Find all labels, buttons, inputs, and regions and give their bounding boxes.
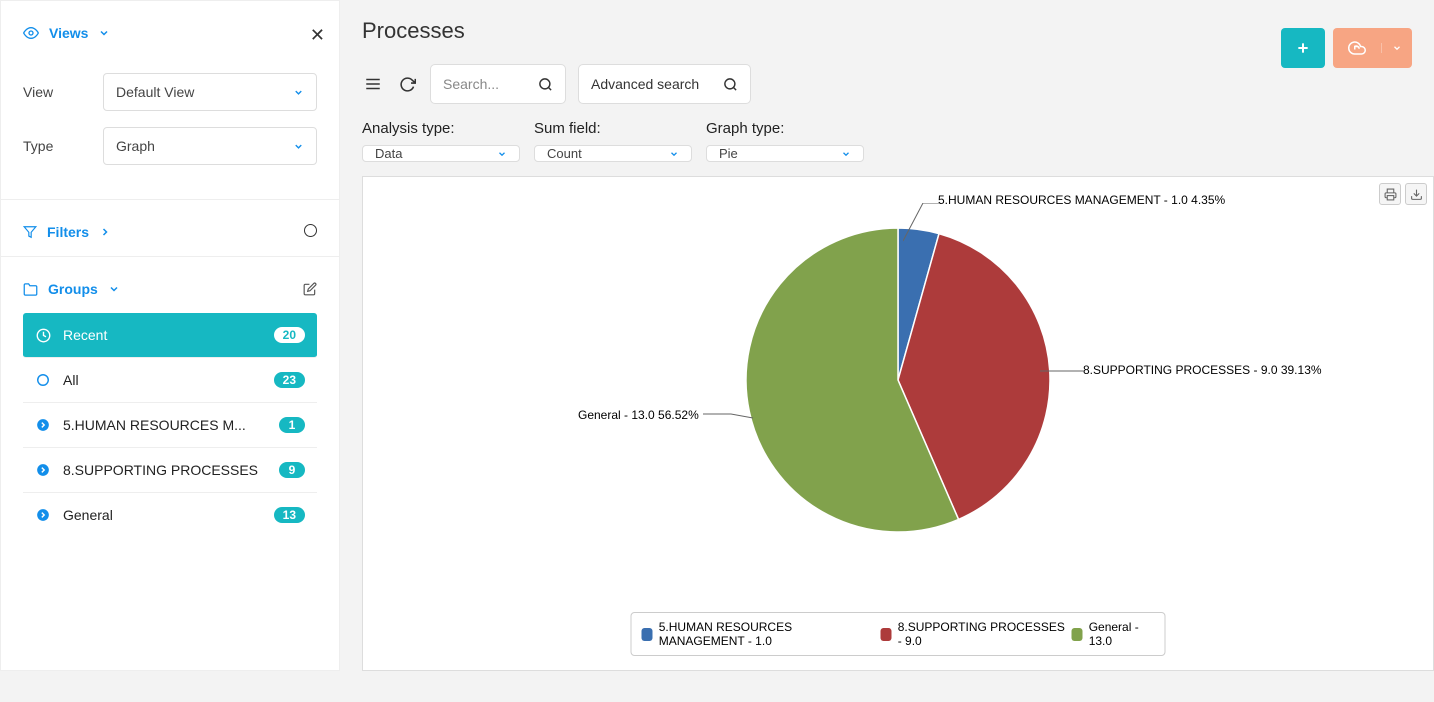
main-content: Processes Advanced search bbox=[340, 0, 1434, 671]
sidebar: ✕ Views View Default View T bbox=[0, 0, 340, 671]
menu-icon[interactable] bbox=[362, 73, 384, 95]
graph-type-value: Pie bbox=[719, 146, 738, 161]
groups-header[interactable]: Groups bbox=[1, 257, 339, 305]
circle-icon bbox=[35, 373, 51, 387]
label-line bbox=[903, 203, 941, 243]
view-value: Default View bbox=[116, 84, 194, 100]
chart-label-hr: 5.HUMAN RESOURCES MANAGEMENT - 1.0 4.35% bbox=[938, 193, 1225, 207]
pie-chart bbox=[743, 225, 1053, 535]
group-item-supporting[interactable]: 8.SUPPORTING PROCESSES 9 bbox=[23, 448, 317, 493]
chevron-down-icon bbox=[293, 141, 304, 152]
views-label: Views bbox=[49, 25, 88, 41]
group-label: 8.SUPPORTING PROCESSES bbox=[63, 462, 279, 478]
analysis-type-value: Data bbox=[375, 146, 402, 161]
chevron-down-icon bbox=[669, 149, 679, 159]
chart-controls: Analysis type: Data Sum field: Count Gra… bbox=[362, 120, 1434, 162]
advanced-search-label: Advanced search bbox=[591, 76, 699, 92]
label-line bbox=[703, 408, 755, 420]
view-label: View bbox=[23, 84, 103, 100]
chevron-right-icon bbox=[99, 226, 111, 238]
legend-item[interactable]: 8.SUPPORTING PROCESSES - 9.0 bbox=[880, 620, 1065, 648]
chart-area: 5.HUMAN RESOURCES MANAGEMENT - 1.0 4.35%… bbox=[369, 183, 1427, 603]
group-label: General bbox=[63, 507, 274, 523]
legend-swatch bbox=[642, 628, 653, 641]
eye-icon bbox=[23, 25, 39, 41]
legend-label: General - 13.0 bbox=[1089, 620, 1155, 648]
filter-icon bbox=[23, 225, 37, 239]
type-value: Graph bbox=[116, 138, 155, 154]
group-item-recent[interactable]: Recent 20 bbox=[23, 313, 317, 358]
chevron-down-icon bbox=[841, 149, 851, 159]
group-label: 5.HUMAN RESOURCES M... bbox=[63, 417, 279, 433]
sum-field-label: Sum field: bbox=[534, 120, 692, 137]
analysis-type-select[interactable]: Data bbox=[362, 145, 520, 162]
filters-header[interactable]: Filters bbox=[1, 200, 339, 257]
search-box[interactable] bbox=[430, 64, 566, 104]
cloud-refresh-button[interactable] bbox=[1333, 28, 1412, 68]
group-count-badge: 1 bbox=[279, 417, 305, 433]
analysis-type-label: Analysis type: bbox=[362, 120, 520, 137]
circle-icon bbox=[304, 224, 317, 240]
add-button[interactable] bbox=[1281, 28, 1325, 68]
chevron-down-icon bbox=[497, 149, 507, 159]
group-count-badge: 20 bbox=[274, 327, 305, 343]
group-count-badge: 9 bbox=[279, 462, 305, 478]
views-body: View Default View Type Graph bbox=[1, 73, 339, 200]
chart-label-general: General - 13.0 56.52% bbox=[578, 408, 699, 422]
legend-item[interactable]: General - 13.0 bbox=[1072, 620, 1155, 648]
sum-field-value: Count bbox=[547, 146, 582, 161]
action-buttons bbox=[1281, 28, 1412, 68]
graph-type-label: Graph type: bbox=[706, 120, 864, 137]
chevron-down-icon bbox=[98, 27, 110, 39]
legend-label: 5.HUMAN RESOURCES MANAGEMENT - 1.0 bbox=[659, 620, 875, 648]
arrow-circle-icon bbox=[35, 508, 51, 522]
edit-icon[interactable] bbox=[303, 282, 317, 296]
legend-label: 8.SUPPORTING PROCESSES - 9.0 bbox=[898, 620, 1066, 648]
graph-type-select[interactable]: Pie bbox=[706, 145, 864, 162]
folder-icon bbox=[23, 282, 38, 297]
group-count-badge: 23 bbox=[274, 372, 305, 388]
refresh-icon[interactable] bbox=[396, 73, 418, 95]
type-select[interactable]: Graph bbox=[103, 127, 317, 165]
arrow-circle-icon bbox=[35, 463, 51, 477]
group-item-all[interactable]: All 23 bbox=[23, 358, 317, 403]
advanced-search-button[interactable]: Advanced search bbox=[578, 64, 751, 104]
group-label: All bbox=[63, 372, 274, 388]
page-title: Processes bbox=[362, 18, 1434, 44]
chevron-down-icon bbox=[293, 87, 304, 98]
clock-icon bbox=[35, 328, 51, 343]
chevron-down-icon bbox=[108, 283, 120, 295]
group-count-badge: 13 bbox=[274, 507, 305, 523]
close-icon[interactable]: ✕ bbox=[310, 25, 325, 46]
groups-list: Recent 20 All 23 5.HUMAN RESOURCES M... … bbox=[1, 305, 339, 537]
sum-field-select[interactable]: Count bbox=[534, 145, 692, 162]
cloud-refresh-icon bbox=[1333, 39, 1381, 57]
legend-item[interactable]: 5.HUMAN RESOURCES MANAGEMENT - 1.0 bbox=[642, 620, 875, 648]
group-item-general[interactable]: General 13 bbox=[23, 493, 317, 537]
search-icon[interactable] bbox=[538, 77, 553, 92]
views-header[interactable]: Views bbox=[1, 1, 339, 57]
type-label: Type bbox=[23, 138, 103, 154]
filters-label: Filters bbox=[47, 224, 89, 240]
group-label: Recent bbox=[63, 327, 274, 343]
view-select[interactable]: Default View bbox=[103, 73, 317, 111]
chart-panel: 5.HUMAN RESOURCES MANAGEMENT - 1.0 4.35%… bbox=[362, 176, 1434, 671]
search-input[interactable] bbox=[443, 76, 538, 92]
group-item-hr[interactable]: 5.HUMAN RESOURCES M... 1 bbox=[23, 403, 317, 448]
chart-legend: 5.HUMAN RESOURCES MANAGEMENT - 1.0 8.SUP… bbox=[631, 612, 1166, 656]
chart-label-supporting: 8.SUPPORTING PROCESSES - 9.0 39.13% bbox=[1083, 363, 1322, 377]
legend-swatch bbox=[880, 628, 891, 641]
search-icon bbox=[723, 77, 738, 92]
chevron-down-icon bbox=[1381, 43, 1412, 53]
arrow-circle-icon bbox=[35, 418, 51, 432]
label-line bbox=[1040, 367, 1086, 375]
groups-label: Groups bbox=[48, 281, 98, 297]
legend-swatch bbox=[1072, 628, 1083, 641]
toolbar: Advanced search bbox=[362, 64, 1434, 104]
